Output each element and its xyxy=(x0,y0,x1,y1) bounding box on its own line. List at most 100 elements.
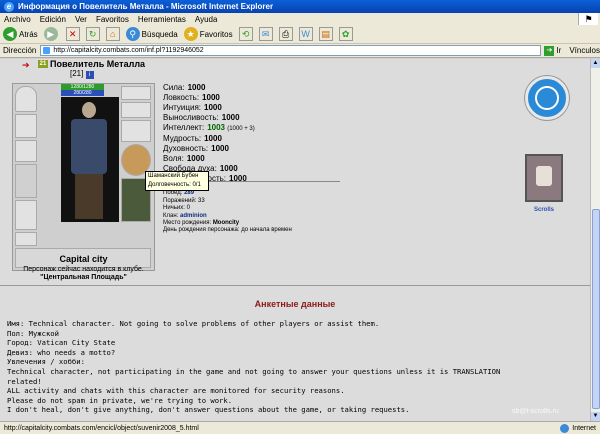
stat-row: Сила: 1000 xyxy=(163,83,206,92)
profile-line: related! xyxy=(7,376,42,386)
profile-line: Technical character, not participating i… xyxy=(7,366,501,376)
profile-line: Пол: Мужской xyxy=(7,328,59,338)
draws-text: Ничьих: 0 xyxy=(163,205,190,212)
menu-ver[interactable]: Ver xyxy=(75,15,87,24)
address-input[interactable]: http://capitalcity.combats.com/inf.pl?11… xyxy=(40,45,542,56)
watermark: sb@t-scrolls.ru xyxy=(512,408,559,415)
status-url: http://capitalcity.combats.com/encicl/ob… xyxy=(4,424,199,432)
menu-bar: Archivo Edición Ver Favoritos Herramient… xyxy=(0,13,600,25)
print-icon[interactable]: ⎙ xyxy=(278,27,293,41)
search-icon: ⚲ xyxy=(125,27,140,41)
gloves-slot[interactable] xyxy=(121,120,151,142)
search-button[interactable]: ⚲ Búsqueda xyxy=(125,27,178,41)
stats-list: Сила: 1000 Ловкость: 1000 Интуиция: 1000 Вы… xyxy=(163,83,255,184)
scroll-down-icon[interactable]: ▼ xyxy=(591,412,600,421)
mana-bar: 280/280 xyxy=(61,90,104,96)
menu-ayuda[interactable]: Ayuda xyxy=(195,15,218,24)
city-name: Capital city xyxy=(59,254,108,264)
scales-icon[interactable] xyxy=(525,76,569,120)
profile-line: ALL activity and chats with this charact… xyxy=(7,386,345,396)
profile-line: Имя: Technical character. Not going to s… xyxy=(7,319,380,328)
links-button[interactable]: Vínculos xyxy=(569,46,600,55)
menu-archivo[interactable]: Archivo xyxy=(4,15,31,24)
go-button[interactable]: ➔ Ir xyxy=(544,45,561,56)
address-bar: Dirección http://capitalcity.combats.com… xyxy=(0,44,600,58)
profile-line: Please do not spam in private, we're try… xyxy=(7,395,233,405)
stat-row: Воля: 1000 xyxy=(163,154,205,163)
rings-slot[interactable] xyxy=(121,102,151,118)
character-level: [21] i xyxy=(70,69,94,79)
mail-icon[interactable]: ✉ xyxy=(258,27,273,41)
window-title: Информация о Повелитель Металла - Micros… xyxy=(18,2,274,11)
armor-slot[interactable] xyxy=(15,200,37,230)
wins-row: Побед: 289 xyxy=(163,190,195,197)
stat-row: Интуиция: 1000 xyxy=(163,103,222,112)
character-doll: 1280/1280 280/280 xyxy=(12,83,155,271)
profile-line: Увлечения / хобби: xyxy=(7,357,85,367)
globe-icon xyxy=(560,423,570,433)
stop-icon[interactable]: ✕ xyxy=(65,27,80,41)
profile-text: Имя: Technical character. Not going to s… xyxy=(7,319,587,415)
address-label: Dirección xyxy=(3,46,37,55)
profile-line: Девиз: who needs a motto? xyxy=(7,347,116,357)
losses-text: Поражений: 33 xyxy=(163,197,205,204)
page-content: ➔ 21 Повелитель Металла [21] i 1280/1280… xyxy=(0,59,590,421)
character-name: Повелитель Металла xyxy=(50,59,146,69)
forward-button[interactable]: ▶ xyxy=(43,27,60,41)
scrolls-link[interactable]: Scrolls xyxy=(525,207,563,213)
menu-herramientas[interactable]: Herramientas xyxy=(138,15,186,24)
stat-row: Интеллект: 1003 (1000 + 3) xyxy=(163,123,255,132)
info-icon[interactable]: i xyxy=(85,71,94,79)
red-arrow-icon: ➔ xyxy=(22,60,30,70)
star-icon: ★ xyxy=(183,27,198,41)
stat-row: Ловкость: 1000 xyxy=(163,93,220,102)
vertical-scrollbar[interactable]: ▲ ▼ xyxy=(590,59,600,421)
history-icon[interactable]: ⟲ xyxy=(238,27,253,41)
club-text: Персонаж сейчас находится в клубе. xyxy=(23,266,144,273)
windows-logo-icon: ⚑ xyxy=(578,13,598,25)
menu-favoritos[interactable]: Favoritos xyxy=(96,15,129,24)
align-badge-icon: 21 xyxy=(38,60,48,68)
forward-arrow-icon: ▶ xyxy=(43,27,58,41)
clan-row: Клан: adminion xyxy=(163,212,207,219)
scroll-thumb[interactable] xyxy=(592,209,600,409)
section-divider xyxy=(0,285,590,286)
refresh-icon[interactable]: ↻ xyxy=(85,27,100,41)
edit-icon[interactable]: W xyxy=(298,27,313,41)
home-icon[interactable]: ⌂ xyxy=(105,27,120,41)
title-bar: e Информация о Повелитель Металла - Micr… xyxy=(0,0,600,13)
belt-slot[interactable] xyxy=(15,232,37,246)
ie-icon: e xyxy=(4,1,14,12)
amulet-slot[interactable] xyxy=(15,140,37,162)
security-zone: Internet xyxy=(560,423,596,433)
bracers-slot[interactable] xyxy=(121,86,151,100)
character-portrait[interactable] xyxy=(61,97,119,222)
earrings-slot[interactable] xyxy=(15,114,37,138)
discuss-icon[interactable]: ▤ xyxy=(318,27,333,41)
birthday-text: День рождения персонажа: до начала време… xyxy=(163,227,292,234)
section-title: Анкетные данные xyxy=(254,299,336,309)
birthplace-row: Место рождения: Mooncity xyxy=(163,220,240,227)
item-tooltip: Шаманский Бубен Долговечность: 0/1 xyxy=(145,171,209,191)
clan-link[interactable]: adminion xyxy=(180,213,207,219)
back-button[interactable]: ◀ Atrás xyxy=(3,27,38,41)
profile-line: Город: Vatican City State xyxy=(7,338,116,348)
status-bar: http://capitalcity.combats.com/encicl/ob… xyxy=(0,421,600,434)
menu-edicion[interactable]: Edición xyxy=(40,15,66,24)
weapon-slot[interactable] xyxy=(15,164,37,198)
helmet-slot[interactable] xyxy=(15,86,37,112)
page-icon xyxy=(43,47,51,54)
go-arrow-icon: ➔ xyxy=(544,45,555,56)
club-name: "Центральная Площадь" xyxy=(40,274,127,281)
profile-line: I don't heal, don't give anything, don't… xyxy=(7,405,410,415)
character-name-row: 21 Повелитель Металла xyxy=(38,59,145,69)
stat-row: Выносливость: 1000 xyxy=(163,113,240,122)
back-arrow-icon: ◀ xyxy=(3,27,17,41)
stat-row: Мудрость: 1000 xyxy=(163,134,222,143)
favorites-button[interactable]: ★ Favoritos xyxy=(183,27,233,41)
stat-row: Духовность: 1000 xyxy=(163,144,229,153)
toolbar: ◀ Atrás ▶ ✕ ↻ ⌂ ⚲ Búsqueda ★ Favoritos ⟲… xyxy=(0,25,600,44)
scrolls-clan-icon[interactable] xyxy=(525,154,563,202)
scroll-up-icon[interactable]: ▲ xyxy=(591,59,600,68)
messenger-icon[interactable]: ✿ xyxy=(338,27,353,41)
